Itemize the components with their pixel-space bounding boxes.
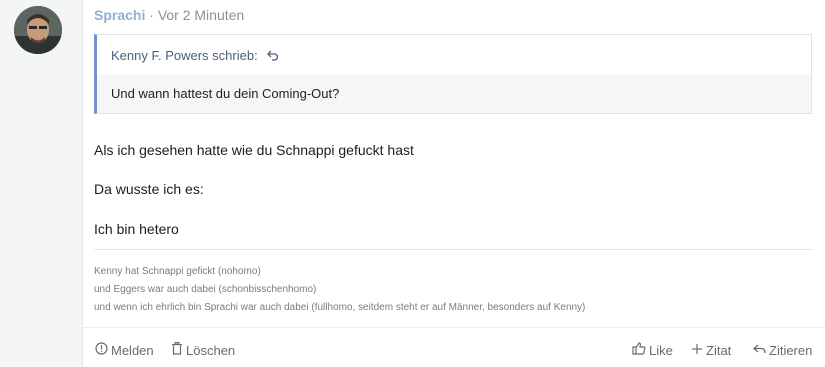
cite-label: Zitieren — [769, 343, 813, 358]
content-line: Ich bin hetero — [94, 221, 179, 237]
info-icon — [95, 341, 111, 361]
post-author[interactable]: Sprachi — [94, 7, 145, 23]
post-time[interactable]: Vor 2 Minuten — [158, 7, 244, 23]
avatar[interactable] — [14, 6, 62, 54]
header-separator: · — [149, 7, 154, 23]
content-line: Als ich gesehen hatte wie du Schnappi ge… — [94, 142, 414, 158]
like-label: Like — [649, 343, 673, 358]
delete-label: Löschen — [186, 343, 236, 358]
signature-line: und wenn ich ehrlich bin Sprachi war auc… — [94, 302, 586, 313]
reply-icon — [753, 341, 769, 361]
quote-author[interactable]: Kenny F. Powers schrieb: — [111, 48, 258, 63]
undo-icon[interactable] — [267, 48, 279, 63]
add-quote-label: Zitat — [706, 343, 732, 358]
delete-button[interactable]: Löschen — [171, 341, 235, 361]
like-button[interactable]: Like — [632, 341, 673, 361]
signature-divider — [94, 249, 814, 250]
thumbs-up-icon — [632, 341, 649, 361]
quote-header[interactable]: Kenny F. Powers schrieb: — [111, 35, 279, 75]
report-label: Melden — [111, 343, 154, 358]
trash-icon — [171, 341, 186, 361]
quote-text: Und wann hattest du dein Coming-Out? — [97, 75, 811, 113]
content-line: Da wusste ich es: — [94, 181, 204, 197]
signature-line: und Eggers war auch dabei (schonbisschen… — [94, 284, 317, 295]
add-quote-button[interactable]: Zitat — [691, 341, 731, 361]
signature: Kenny hat Schnappi gefickt (nohomo) und … — [94, 263, 585, 317]
signature-line: Kenny hat Schnappi gefickt (nohomo) — [94, 266, 261, 277]
post-header: Sprachi · Vor 2 Minuten — [94, 6, 244, 24]
quote-block: Kenny F. Powers schrieb: Und wann hattes… — [94, 34, 812, 114]
cite-button[interactable]: Zitieren — [753, 341, 812, 361]
report-button[interactable]: Melden — [95, 341, 154, 361]
post-actions: Melden Löschen Like Zitat Zitieren — [83, 341, 825, 361]
plus-icon — [691, 341, 706, 361]
footer-divider — [83, 327, 825, 328]
post-card: Sprachi · Vor 2 Minuten Kenny F. Powers … — [82, 0, 825, 367]
